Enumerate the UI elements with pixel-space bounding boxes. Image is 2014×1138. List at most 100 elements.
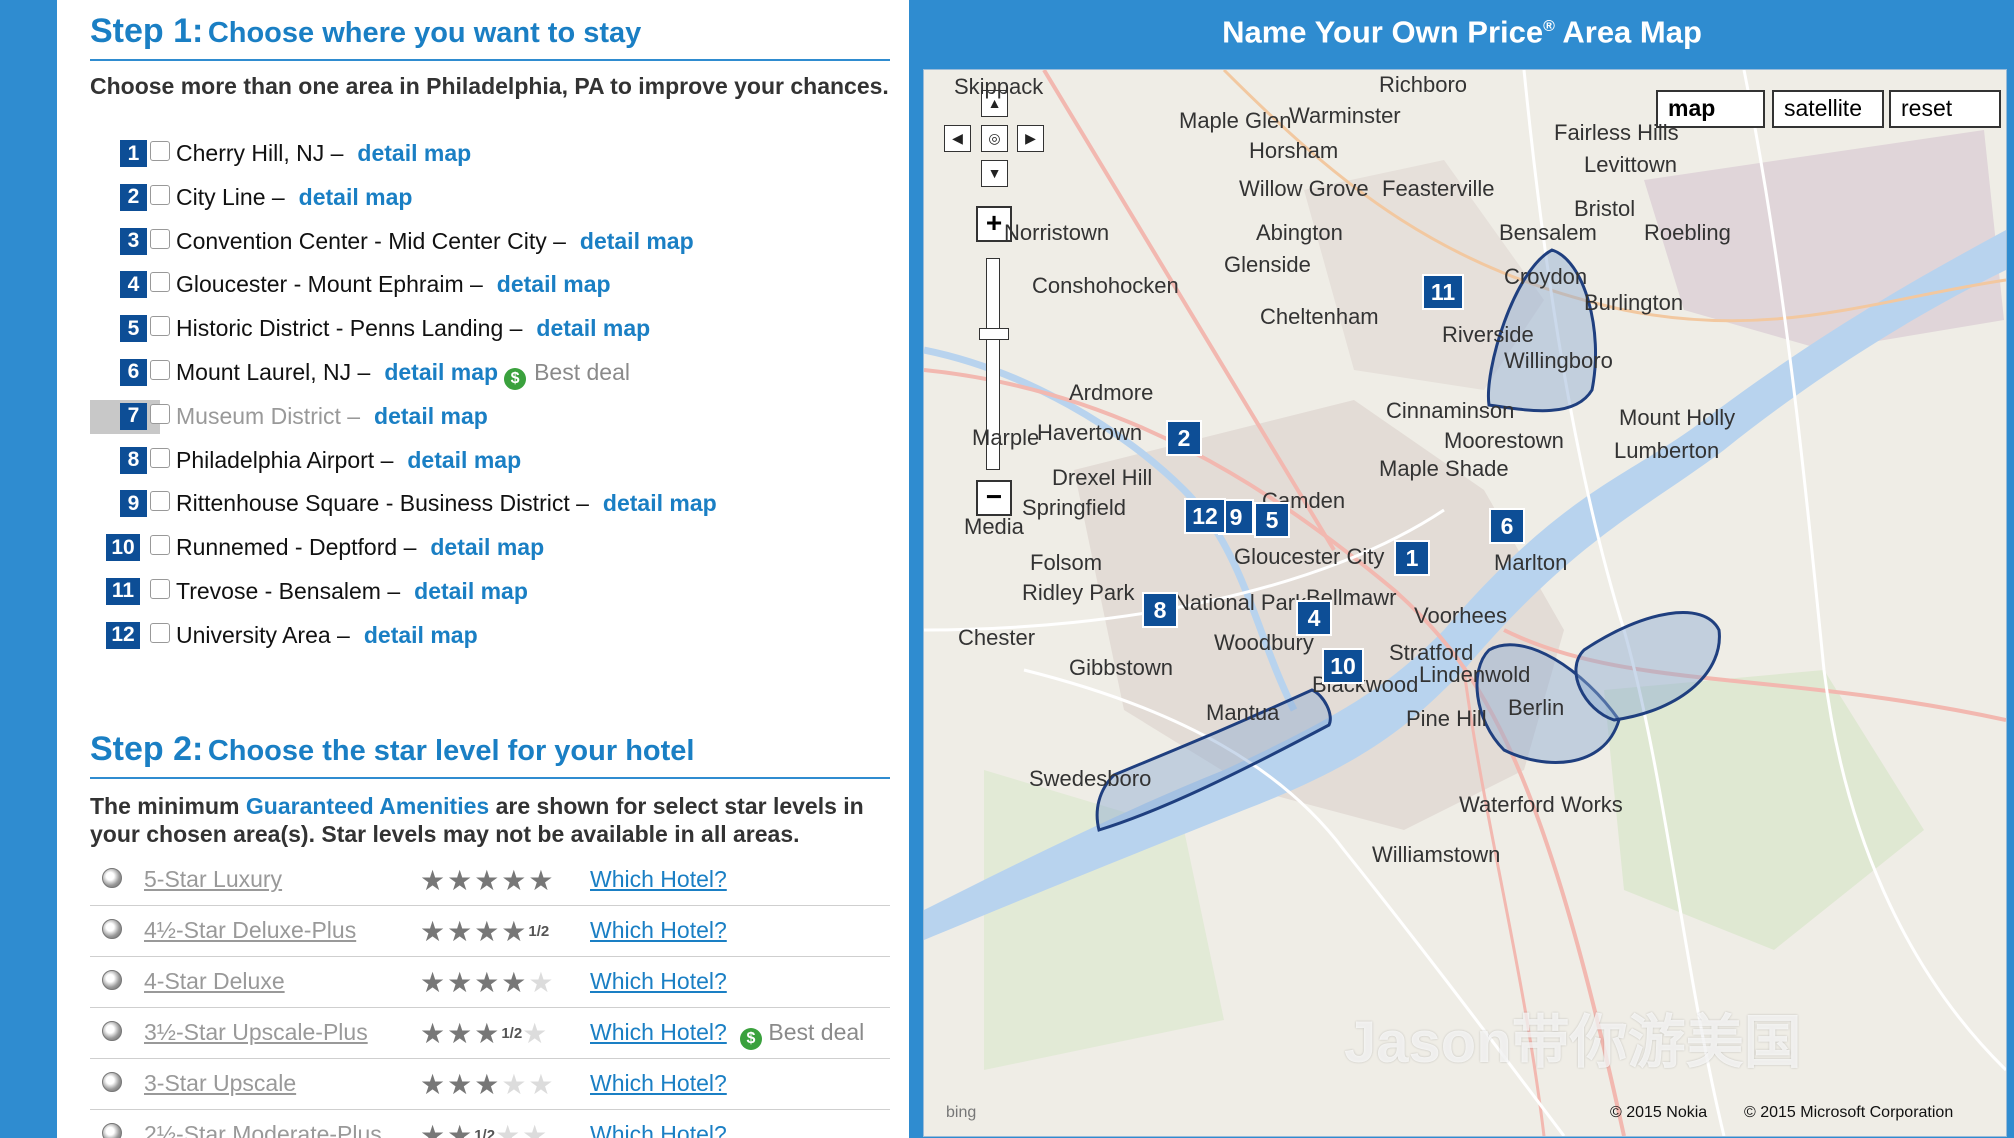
area-checkbox[interactable] [150,403,170,424]
area-checkbox[interactable] [150,316,170,337]
area-checkbox[interactable] [150,141,170,161]
area-row[interactable]: 2 City Line – detail map [90,176,909,220]
area-row[interactable]: 12 University Area – detail map [90,614,909,658]
map-place-label: Chester [958,625,1036,650]
map-place-label: Levittown [1584,152,1677,177]
star-level-radio[interactable] [102,970,122,990]
map-place-label: Cheltenham [1260,304,1379,329]
star-level-label[interactable]: 3½-Star Upscale-Plus [144,1019,368,1046]
area-checkbox[interactable] [150,447,170,468]
map-place-label: Lumberton [1614,438,1720,463]
detail-map-link[interactable]: detail map [536,315,650,341]
area-row[interactable]: 6 Mount Laurel, NJ – detail map $ Best deal [90,351,909,395]
area-row[interactable]: 9 Rittenhouse Square - Business District … [90,482,909,526]
map-marker-2[interactable]: 2 [1166,420,1202,456]
area-number-badge: 5 [120,315,147,343]
map-place-label: Glenside [1224,252,1311,277]
map-marker-5[interactable]: 5 [1254,502,1290,538]
detail-map-link[interactable]: detail map [357,140,471,166]
detail-map-link[interactable]: detail map [497,271,611,297]
area-checkbox[interactable] [150,359,170,380]
map-marker-1[interactable]: 1 [1394,540,1430,576]
area-row[interactable]: 11 Trevose - Bensalem – detail map [90,570,909,614]
star-level-row[interactable]: 4-Star Deluxe ★★★★★ Which Hotel? [90,957,890,1008]
star-level-row[interactable]: 5-Star Luxury ★★★★★ Which Hotel? [90,855,890,906]
which-hotel-link[interactable]: Which Hotel? [590,866,727,893]
map-place-label: Willow Grove [1239,176,1369,201]
which-hotel-link[interactable]: Which Hotel? [590,917,727,944]
detail-map-link[interactable]: detail map [414,578,528,604]
which-hotel-link[interactable]: Which Hotel? [590,1070,727,1097]
detail-map-link[interactable]: detail map [430,534,544,560]
step2-intro: The minimum Guaranteed Amenities are sho… [90,793,864,847]
area-row[interactable]: 1 Cherry Hill, NJ – detail map [90,132,909,176]
star-level-radio[interactable] [102,868,122,888]
area-row[interactable]: 5 Historic District - Penns Landing – deta… [90,307,909,351]
recenter-icon[interactable]: ◎ [981,125,1008,152]
star-level-row[interactable]: 4½-Star Deluxe-Plus ★★★★1/2 Which Hotel? [90,906,890,957]
map-marker-12[interactable]: 12 [1184,498,1226,534]
pan-left-icon[interactable]: ◀ [944,125,971,152]
map-place-label: National Park [1174,590,1307,615]
area-row[interactable]: 3 Convention Center - Mid Center City – de… [90,220,909,264]
map-marker-11[interactable]: 11 [1422,274,1464,310]
star-level-label[interactable]: 4½-Star Deluxe-Plus [144,917,356,944]
area-checkbox[interactable] [150,622,170,643]
guaranteed-amenities-link[interactable]: Guaranteed Amenities [246,793,489,819]
map-marker-10[interactable]: 10 [1322,648,1364,684]
star-level-label[interactable]: 4-Star Deluxe [144,968,285,995]
star-level-label[interactable]: 2½-Star Moderate-Plus [144,1121,382,1138]
area-number-badge: 1 [120,140,147,167]
detail-map-link[interactable]: detail map [364,622,478,648]
pan-right-icon[interactable]: ▶ [1017,125,1044,152]
star-level-radio[interactable] [102,919,122,939]
map-place-label: Mantua [1206,700,1280,725]
map-marker-6[interactable]: 6 [1489,508,1525,544]
area-checkbox[interactable] [150,535,170,556]
star-level-row[interactable]: 3½-Star Upscale-Plus ★★★1/2★ Which Hotel? $… [90,1008,890,1059]
area-checkbox[interactable] [150,228,170,249]
area-row[interactable]: 4 Gloucester - Mount Ephraim – detail map [90,263,909,307]
star-level-label[interactable]: 5-Star Luxury [144,866,282,893]
area-map[interactable]: map satellite reset ▲ ◀ ◎ ▶ ▼ + − Skippa… [923,69,2007,1137]
area-checkbox[interactable] [150,184,170,205]
detail-map-link[interactable]: detail map [407,447,521,473]
area-name: Philadelphia Airport – [176,446,394,473]
reset-map-button[interactable]: reset [1889,90,2001,128]
area-row[interactable]: 10 Runnemed - Deptford – detail map [90,526,909,570]
map-place-label: Burlington [1584,290,1684,315]
map-place-label: Moorestown [1444,428,1564,453]
area-checkbox[interactable] [150,578,170,599]
detail-map-link[interactable]: detail map [603,490,717,516]
star-level-radio[interactable] [102,1072,122,1092]
detail-map-link[interactable]: detail map [374,403,488,429]
which-hotel-link[interactable]: Which Hotel? [590,968,727,995]
star-level-radio[interactable] [102,1021,122,1041]
which-hotel-link[interactable]: Which Hotel? [590,1121,727,1138]
area-row[interactable]: 7 Museum District – detail map [90,395,909,439]
star-level-row[interactable]: 3-Star Upscale ★★★★★ Which Hotel? [90,1059,890,1110]
zoom-out-button[interactable]: − [976,480,1012,516]
pan-down-icon[interactable]: ▼ [981,160,1008,187]
star-level-row[interactable]: 2½-Star Moderate-Plus ★★1/2★★ Which Hotel? [90,1110,890,1138]
detail-map-link[interactable]: detail map [299,184,413,210]
area-checkbox[interactable] [150,272,170,293]
map-marker-4[interactable]: 4 [1296,600,1332,636]
map-place-label: Havertown [1037,420,1143,445]
map-place-label: Lindenwold [1419,662,1531,687]
map-marker-8[interactable]: 8 [1142,592,1178,628]
star-level-radio[interactable] [102,1123,122,1138]
map-place-label: Ardmore [1069,380,1154,405]
half-star-mark: 1/2 [528,923,550,940]
zoom-slider-handle[interactable] [979,328,1009,340]
star-rating-icons: ★★★★★ [420,967,556,998]
which-hotel-link[interactable]: Which Hotel? [590,1019,727,1046]
area-checkbox[interactable] [150,491,170,512]
area-row[interactable]: 8 Philadelphia Airport – detail map [90,439,909,483]
detail-map-link[interactable]: detail map [384,359,498,385]
satellite-view-button[interactable]: satellite [1772,90,1884,128]
detail-map-link[interactable]: detail map [580,228,694,254]
star-level-label[interactable]: 3-Star Upscale [144,1070,296,1097]
map-title: Name Your Own Price® Area Map [1222,14,1702,50]
copyright-nokia: © 2015 Nokia [1610,1104,1708,1121]
